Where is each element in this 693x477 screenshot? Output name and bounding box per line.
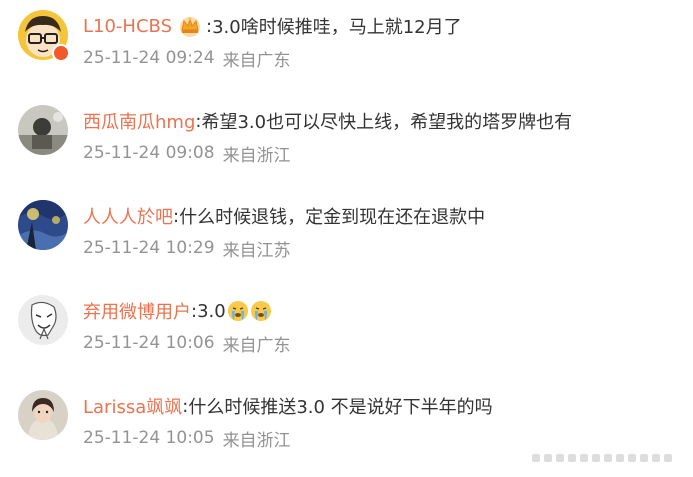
comment-item: 弃用微博用户 : 3.0 25-11-24 10:06 来自广东 [0,285,693,379]
username-link[interactable]: 西瓜南瓜hmg [83,108,195,134]
comment-line: 弃用微博用户 : 3.0 [83,297,272,325]
comment-item: L10-HCBS : 3.0啥时候推哇，马上就12月了 25-11-24 09:… [0,0,693,94]
comment-date: 25-11-24 10:06 [83,333,215,353]
watermark-icon [532,451,687,465]
comment-date: 25-11-24 10:29 [83,238,215,258]
avatar[interactable] [18,105,68,155]
comment-location: 来自江苏 [222,240,291,261]
comment-meta: 25-11-24 10:05 来自浙江 [83,426,291,451]
username-link[interactable]: 人人人於吧 [83,203,173,229]
comment-text: 什么时候推送3.0 不是说好下半年的吗 [188,397,493,418]
comment-line: 西瓜南瓜hmg : 希望3.0也可以尽快上线，希望我的塔罗牌也有 [83,107,572,135]
comment-text: 3.0啥时候推哇，马上就12月了 [212,17,462,38]
comment-item: 西瓜南瓜hmg : 希望3.0也可以尽快上线，希望我的塔罗牌也有 25-11-2… [0,95,693,189]
comment-meta: 25-11-24 09:24 来自广东 [83,46,291,71]
comment-text: 3.0 [197,300,226,322]
avatar[interactable] [18,390,68,440]
verified-badge-icon [52,44,70,62]
comment-line: L10-HCBS : 3.0啥时候推哇，马上就12月了 [83,12,462,40]
comment-item: 人人人於吧 : 什么时候退钱，定金到现在还在退款中 25-11-24 10:29… [0,190,693,284]
comment-meta: 25-11-24 10:06 来自广东 [83,331,291,356]
comment-text: 希望3.0也可以尽快上线，希望我的塔罗牌也有 [201,112,573,133]
avatar[interactable] [18,200,68,250]
crying-emoji-icon [250,301,271,321]
username-link[interactable]: L10-HCBS [83,16,172,37]
comment-meta: 25-11-24 09:08 来自浙江 [83,141,291,166]
comment-line: 人人人於吧 : 什么时候退钱，定金到现在还在退款中 [83,202,485,230]
username-link[interactable]: 弃用微博用户 [83,298,191,324]
username-link[interactable]: Larissa飒飒 [83,393,182,419]
crying-emoji-icon [227,301,248,321]
comment-date: 25-11-24 10:05 [83,428,215,448]
comment-location: 来自浙江 [222,430,291,451]
comment-location: 来自广东 [222,335,291,356]
comment-location: 来自广东 [222,50,291,71]
comment-line: Larissa飒飒 : 什么时候推送3.0 不是说好下半年的吗 [83,392,493,420]
comment-meta: 25-11-24 10:29 来自江苏 [83,236,291,261]
avatar[interactable] [18,295,68,345]
comment-location: 来自浙江 [222,145,291,166]
comment-date: 25-11-24 09:24 [83,48,215,68]
comment-date: 25-11-24 09:08 [83,143,215,163]
crown-icon [180,17,200,37]
comment-text: 什么时候退钱，定金到现在还在退款中 [179,207,486,228]
